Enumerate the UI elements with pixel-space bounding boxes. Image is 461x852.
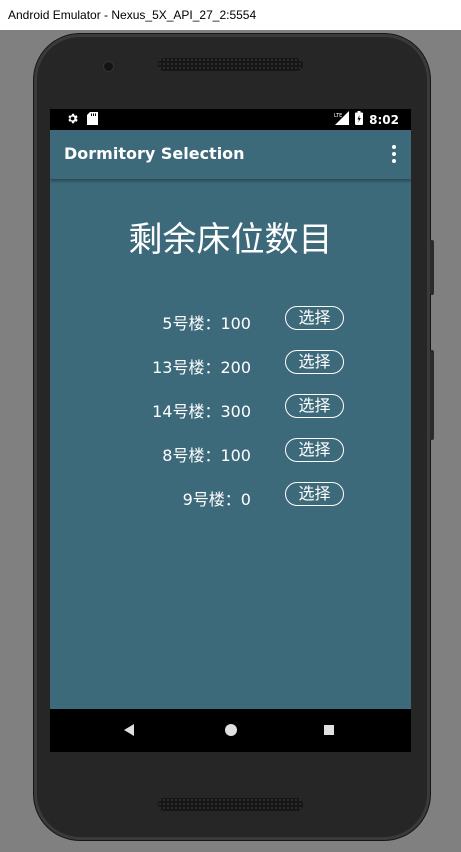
- building-label: 8号楼：100: [162, 446, 251, 465]
- signal-lte-icon: LTE: [333, 111, 350, 128]
- status-time: 8:02: [369, 112, 399, 127]
- building-label: 9号楼：0: [182, 490, 251, 509]
- list-item: 14号楼：300 选择: [50, 394, 411, 421]
- list-item: 5号楼：100 选择: [50, 306, 411, 333]
- power-button[interactable]: [430, 350, 434, 440]
- home-icon[interactable]: [225, 724, 237, 736]
- window-title: Android Emulator - Nexus_5X_API_27_2:555…: [0, 0, 461, 30]
- top-speaker: [158, 58, 303, 71]
- building-label: 14号楼：300: [152, 402, 251, 421]
- select-button[interactable]: 选择: [285, 350, 344, 374]
- device-screen: LTE 8:02 Dormitory Selection 剩余床位数目 5号楼：…: [50, 109, 411, 752]
- select-button[interactable]: 选择: [285, 482, 344, 506]
- volume-button[interactable]: [430, 240, 434, 295]
- select-button[interactable]: 选择: [285, 394, 344, 418]
- app-bar: Dormitory Selection: [50, 130, 411, 179]
- list-item: 8号楼：100 选择: [50, 438, 411, 465]
- list-item: 13号楼：200 选择: [50, 350, 411, 377]
- list-item: 9号楼：0 选择: [50, 482, 411, 509]
- navigation-bar: [50, 709, 411, 752]
- building-label: 13号楼：200: [152, 358, 251, 377]
- svg-text:LTE: LTE: [334, 113, 342, 119]
- select-button[interactable]: 选择: [285, 438, 344, 462]
- page-heading: 剩余床位数目: [128, 220, 333, 260]
- status-bar: LTE 8:02: [50, 109, 411, 130]
- recents-icon[interactable]: [324, 725, 334, 735]
- overflow-menu-icon[interactable]: [387, 142, 401, 166]
- battery-icon: [355, 111, 364, 128]
- gear-icon: [66, 112, 79, 128]
- back-icon[interactable]: [124, 724, 134, 736]
- bottom-speaker: [158, 798, 303, 811]
- front-camera: [104, 62, 113, 71]
- select-button[interactable]: 选择: [285, 306, 344, 330]
- building-label: 5号楼：100: [162, 314, 251, 333]
- sd-card-icon: [87, 112, 98, 128]
- app-title: Dormitory Selection: [64, 144, 245, 163]
